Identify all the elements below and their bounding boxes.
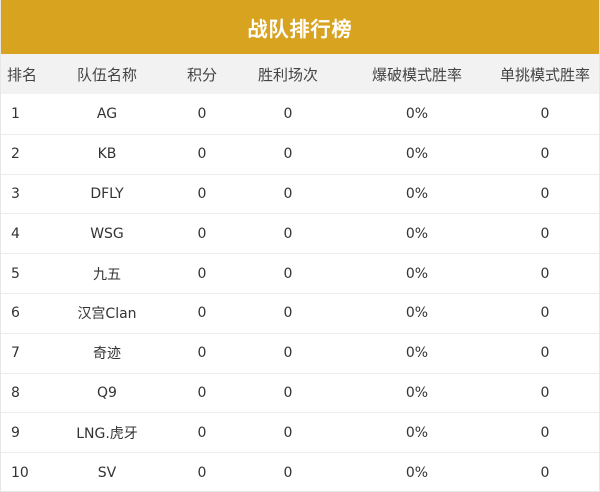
header-rank: 排名 [7, 65, 38, 84]
team-ranking-board: 战队排行榜 排名 队伍名称 积分 胜利场次 爆破模式胜率 单挑模式胜率 1 AG… [0, 0, 600, 492]
bomb-rate-cell: 0% [405, 464, 429, 481]
table-row: 3 DFLY 0 0 0% 0 [1, 173, 599, 214]
solo-rate-cell: 0 [540, 464, 550, 481]
bomb-rate-cell: 0% [405, 185, 429, 202]
bomb-rate-cell: 0% [405, 146, 429, 163]
score-cell: 0 [197, 384, 207, 401]
rank-cell: 10 [11, 464, 29, 481]
table-row: 5 九五 0 0 0% 0 [1, 253, 599, 293]
team-name-cell: SV [97, 464, 117, 481]
bomb-rate-cell: 0% [405, 305, 429, 322]
score-cell: 0 [197, 464, 207, 481]
rank-cell: 8 [11, 384, 20, 401]
score-cell: 0 [197, 105, 207, 122]
solo-rate-cell: 0 [540, 424, 550, 441]
rank-cell: 9 [11, 424, 20, 441]
wins-cell: 0 [283, 265, 293, 282]
header-solo-mode-win-rate: 单挑模式胜率 [499, 65, 590, 84]
team-name-cell: LNG.虎牙 [76, 425, 138, 442]
team-name-cell: Q9 [97, 384, 117, 401]
score-cell: 0 [197, 146, 207, 163]
team-name-cell: 汉宫Clan [77, 306, 137, 323]
score-cell: 0 [197, 345, 207, 362]
table-row: 7 奇迹 0 0 0% 0 [1, 332, 599, 373]
header-score: 积分 [186, 65, 217, 84]
solo-rate-cell: 0 [540, 384, 550, 401]
solo-rate-cell: 0 [540, 305, 550, 322]
table-header-row: 排名 队伍名称 积分 胜利场次 爆破模式胜率 单挑模式胜率 [1, 54, 599, 94]
header-bomb-mode-win-rate: 爆破模式胜率 [371, 65, 462, 84]
solo-rate-cell: 0 [540, 185, 550, 202]
rank-cell: 4 [11, 225, 20, 242]
solo-rate-cell: 0 [540, 265, 550, 282]
table-row: 9 LNG.虎牙 0 0 0% 0 [1, 412, 599, 452]
bomb-rate-cell: 0% [405, 345, 429, 362]
rank-cell: 1 [11, 105, 20, 122]
score-cell: 0 [197, 185, 207, 202]
solo-rate-cell: 0 [540, 225, 550, 242]
table-row: 6 汉宫Clan 0 0 0% 0 [1, 292, 599, 333]
team-name-cell: 奇迹 [93, 346, 121, 363]
rank-cell: 2 [11, 146, 20, 163]
solo-rate-cell: 0 [540, 146, 550, 163]
wins-cell: 0 [283, 464, 293, 481]
wins-cell: 0 [283, 105, 293, 122]
team-name-cell: DFLY [90, 185, 124, 202]
score-cell: 0 [197, 265, 207, 282]
table-row: 1 AG 0 0 0% 0 [1, 94, 599, 134]
header-wins: 胜利场次 [257, 65, 318, 84]
team-name-cell: KB [97, 146, 117, 163]
ranking-table-body: 1 AG 0 0 0% 0 2 KB 0 0 0% 0 3 DFLY 0 0 0… [1, 94, 599, 492]
wins-cell: 0 [283, 424, 293, 441]
ranking-title-bar: 战队排行榜 [1, 0, 599, 54]
table-row: 4 WSG 0 0 0% 0 [1, 213, 599, 253]
bomb-rate-cell: 0% [405, 384, 429, 401]
wins-cell: 0 [283, 384, 293, 401]
team-name-cell: 九五 [93, 266, 121, 283]
wins-cell: 0 [283, 146, 293, 163]
header-team-name: 队伍名称 [76, 65, 137, 84]
rank-cell: 3 [11, 185, 20, 202]
bomb-rate-cell: 0% [405, 265, 429, 282]
bomb-rate-cell: 0% [405, 105, 429, 122]
rank-cell: 6 [11, 305, 20, 322]
score-cell: 0 [197, 424, 207, 441]
wins-cell: 0 [283, 305, 293, 322]
team-name-cell: WSG [90, 225, 124, 242]
team-name-cell: AG [96, 105, 118, 122]
wins-cell: 0 [283, 345, 293, 362]
table-row: 2 KB 0 0 0% 0 [1, 133, 599, 174]
table-row: 10 SV 0 0 0% 0 [1, 452, 599, 492]
rank-cell: 7 [11, 345, 20, 362]
page-title: 战队排行榜 [247, 16, 353, 41]
wins-cell: 0 [283, 185, 293, 202]
score-cell: 0 [197, 305, 207, 322]
wins-cell: 0 [283, 225, 293, 242]
bomb-rate-cell: 0% [405, 225, 429, 242]
bomb-rate-cell: 0% [405, 424, 429, 441]
solo-rate-cell: 0 [540, 345, 550, 362]
table-row: 8 Q9 0 0 0% 0 [1, 372, 599, 413]
score-cell: 0 [197, 225, 207, 242]
rank-cell: 5 [11, 265, 20, 282]
solo-rate-cell: 0 [540, 105, 550, 122]
